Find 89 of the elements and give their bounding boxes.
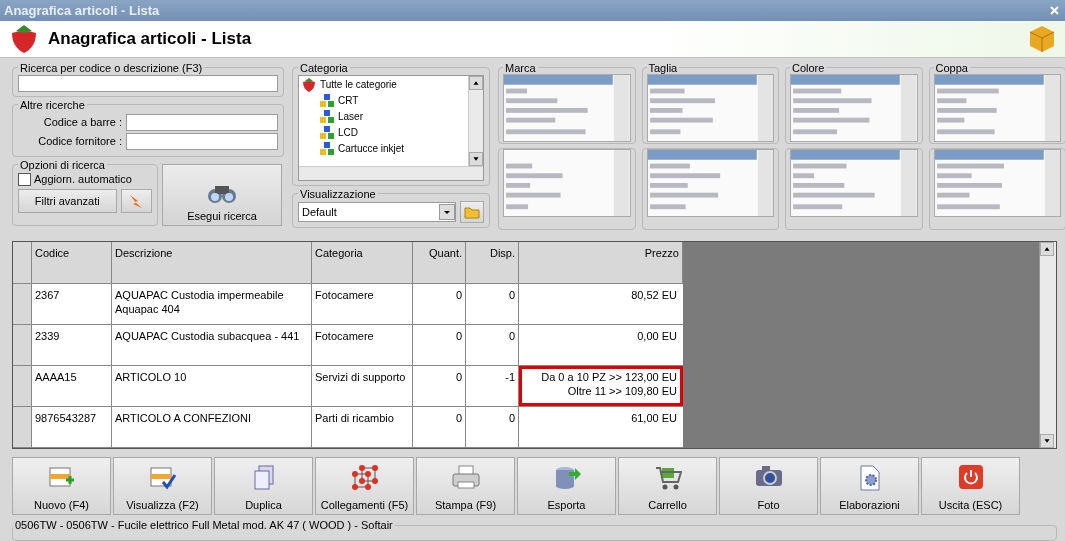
row-selector[interactable] xyxy=(13,366,32,407)
input-field[interactable] xyxy=(126,132,278,150)
table-cell: 2339 xyxy=(32,324,112,366)
group-title: Opzioni di ricerca xyxy=(19,158,106,171)
tree-item[interactable]: CRT xyxy=(338,95,359,107)
group-title: Categoria xyxy=(299,61,349,74)
checkbox-label: Aggiorn. automatico xyxy=(34,173,132,186)
scrollbar[interactable] xyxy=(299,165,483,180)
scroll-up-icon[interactable] xyxy=(469,75,483,90)
advanced-filters-button[interactable]: Filtri avanzati xyxy=(18,188,117,213)
scroll-down-icon[interactable] xyxy=(469,151,483,166)
table-cell: 0 xyxy=(466,283,519,324)
folder-button[interactable] xyxy=(460,200,484,223)
power-icon xyxy=(957,464,984,491)
filter-button[interactable] xyxy=(120,188,152,213)
toolbar-button[interactable]: Carrello xyxy=(618,457,717,516)
tree-item[interactable]: Cartucce inkjet xyxy=(338,143,405,155)
scroll-up-icon[interactable] xyxy=(1040,242,1054,257)
group-title: Ricerca per codice o descrizione (F3) xyxy=(19,61,204,74)
group-title: Altre ricerche xyxy=(19,98,86,111)
toolbar-button[interactable]: Visualizza (F2) xyxy=(113,457,212,516)
table-cell: 0 xyxy=(466,324,519,366)
column-header[interactable]: Categoria xyxy=(312,242,413,283)
box-icon xyxy=(1027,24,1057,55)
table-cell: Fotocamere xyxy=(312,283,413,324)
cubes-icon xyxy=(319,109,335,124)
group-title: Coppa xyxy=(934,61,969,74)
group-title: Visualizzazione xyxy=(299,187,377,200)
group-title: Marca xyxy=(504,61,537,74)
price-cell-text: 0,00 EU xyxy=(636,328,678,344)
table-cell: 0 xyxy=(466,407,519,448)
row-selector[interactable] xyxy=(13,324,32,366)
close-icon[interactable] xyxy=(1050,6,1059,16)
price-cell-text: 61,00 EU xyxy=(630,411,678,427)
table-cell: -1 xyxy=(466,366,519,407)
table-cell: AQUAPAC Custodia impermeabile Aquapac 404 xyxy=(112,283,312,324)
field-label: Codice fornitore : xyxy=(37,135,122,148)
cubes-icon xyxy=(319,125,335,140)
folder-icon xyxy=(464,204,480,219)
checkbox[interactable] xyxy=(18,172,31,186)
input-field[interactable] xyxy=(126,113,278,131)
table-cell: ARTICOLO 10 xyxy=(112,366,312,407)
table-cell: 0 xyxy=(413,324,466,366)
toolbar-button[interactable]: Esporta xyxy=(517,457,616,516)
column-header[interactable]: Quant. xyxy=(413,242,466,283)
toolbar-button[interactable]: Collegamenti (F5) xyxy=(315,457,414,516)
price-cell-text: 80,52 EU xyxy=(630,287,678,303)
table-cell: 9876543287 xyxy=(32,407,112,448)
tree-item[interactable]: LCD xyxy=(338,127,358,139)
field-label: Codice a barre : xyxy=(42,116,122,129)
status-text: 0506TW - 0506TW - Fucile elettrico Full Metal mod. AK 47 ( WOOD ) - Softair xyxy=(14,519,394,532)
cubes-icon xyxy=(319,93,335,108)
toolbar-button[interactable]: Uscita (ESC) xyxy=(921,457,1020,516)
cube-nodes-icon xyxy=(350,464,379,493)
group-title: Taglia xyxy=(647,61,679,74)
group-title: Colore xyxy=(791,61,826,74)
column-header[interactable]: Disp. xyxy=(466,242,519,283)
search-button[interactable]: Esegui ricerca xyxy=(162,163,282,226)
table-cell: Fotocamere xyxy=(312,324,413,366)
column-header[interactable]: Codice xyxy=(32,242,112,283)
column-header[interactable]: Descrizione xyxy=(112,242,312,283)
table-cell: 0 xyxy=(413,366,466,407)
tree-item[interactable]: Laser xyxy=(338,111,363,123)
strawberry-icon xyxy=(301,76,317,93)
toolbar-button[interactable]: Foto xyxy=(719,457,818,516)
table-cell: 2367 xyxy=(32,283,112,324)
toolbar-button[interactable]: Nuovo (F4) xyxy=(12,457,111,516)
table-cell: Servizi di supporto xyxy=(312,366,413,407)
scrollbar[interactable] xyxy=(1039,242,1056,449)
table-cell: AQUAPAC Custodia subacquea - 441 xyxy=(112,324,312,366)
window-title: Anagrafica articoli - Lista xyxy=(4,3,160,19)
toolbar-button[interactable]: Duplica xyxy=(214,457,313,516)
price-cell: Da 0 a 10 PZ >> 123,00 EU Oltre 11 >> 109,80 EU xyxy=(519,366,683,407)
table-cell: AAAA15 xyxy=(32,366,112,407)
table-cell: Parti di ricambio xyxy=(312,407,413,448)
search-field[interactable] xyxy=(18,74,278,92)
row-selector[interactable] xyxy=(13,407,32,448)
scroll-down-icon[interactable] xyxy=(1040,434,1054,449)
scrollbar[interactable] xyxy=(468,75,483,166)
toolbar-button[interactable]: Elaborazioni xyxy=(820,457,919,516)
table-cell: 0 xyxy=(413,283,466,324)
view-dropdown[interactable]: Default xyxy=(298,201,456,222)
table-cell: ARTICOLO A CONFEZIONI xyxy=(112,407,312,448)
page-title: Anagrafica articoli - Lista xyxy=(48,29,253,50)
row-selector[interactable] xyxy=(13,283,32,324)
cubes-icon xyxy=(319,141,335,156)
table-cell: 0 xyxy=(413,407,466,448)
tree-item[interactable]: Tutte le categorie xyxy=(320,79,397,91)
toolbar-button[interactable]: Stampa (F9) xyxy=(416,457,515,516)
